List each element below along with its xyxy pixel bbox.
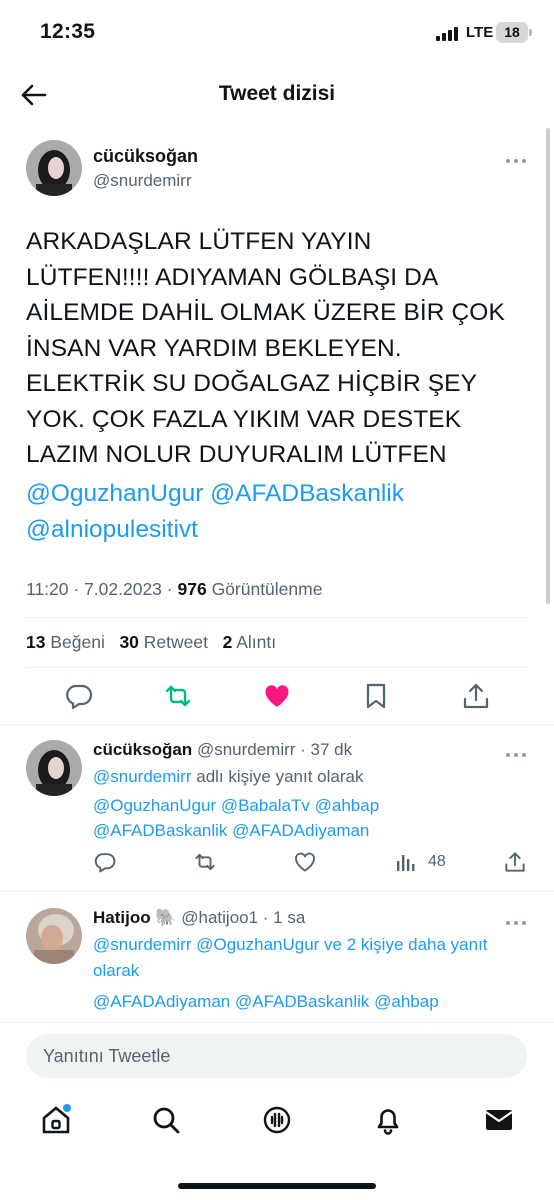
- signal-icon: [436, 27, 460, 41]
- avatar[interactable]: [26, 140, 82, 196]
- tweet-text-line: YOK. ÇOK FAZLA YIKIM VAR DESTEK: [26, 405, 462, 433]
- reply-author-name[interactable]: Hatijoo: [93, 908, 151, 927]
- messages-icon[interactable]: [483, 1104, 515, 1136]
- retweets-label: Retweet: [143, 632, 208, 652]
- views-count: 48: [428, 853, 446, 870]
- reply-compose-placeholder: Yanıtını Tweetle: [43, 1046, 171, 1066]
- search-icon[interactable]: [150, 1104, 182, 1136]
- more-options-icon[interactable]: [504, 746, 528, 757]
- reply-icon[interactable]: [94, 851, 116, 873]
- reply-mentions[interactable]: @AFADAdiyaman @AFADBaskanlik @ahbap: [93, 988, 439, 1015]
- status-time: 12:35: [40, 20, 96, 43]
- reply-age: 37 dk: [310, 740, 353, 759]
- tweet-text-line: İNSAN VAR YARDIM BEKLEYEN.: [26, 334, 402, 362]
- bookmark-icon[interactable]: [362, 682, 390, 710]
- tweet-meta: 11:20 · 7.02.2023 · 976 Görüntülenme: [26, 579, 323, 599]
- reply-header: Hatijoo 🐘 @hatijoo1 · 1 sa: [93, 908, 306, 927]
- retweet-icon[interactable]: [194, 851, 216, 873]
- reply-mentions[interactable]: @OguzhanUgur @BabalaTv @ahbap: [93, 792, 379, 819]
- retweet-icon[interactable]: [164, 682, 192, 710]
- tweet-text-line: ARKADAŞLAR LÜTFEN YAYIN: [26, 228, 372, 255]
- home-indicator: [178, 1183, 376, 1189]
- notifications-icon[interactable]: [372, 1104, 404, 1136]
- retweets-stat[interactable]: 30 Retweet: [119, 632, 208, 652]
- reply-to-mention[interactable]: @snurdemirr: [93, 767, 192, 786]
- reply-mentions[interactable]: @AFADBaskanlik @AFADAdiyaman: [93, 817, 369, 844]
- more-options-icon[interactable]: [504, 152, 528, 163]
- share-icon[interactable]: [462, 682, 490, 710]
- reply-age: 1 sa: [273, 908, 306, 927]
- reply-author-handle[interactable]: @snurdemirr: [197, 740, 296, 759]
- likes-count: 13: [26, 632, 46, 652]
- avatar[interactable]: [26, 740, 82, 796]
- quotes-count: 2: [222, 632, 233, 652]
- reply-author-handle[interactable]: @hatijoo1: [181, 908, 258, 927]
- divider: [26, 667, 528, 668]
- like-icon[interactable]: [294, 851, 316, 873]
- scrollbar[interactable]: [546, 128, 550, 604]
- tweet-stats: 13 Beğeni 30 Retweet 2 Alıntı: [26, 632, 276, 653]
- tweet-text-line: AİLEMDE DAHİL OLMAK ÜZERE BİR ÇOK: [26, 299, 505, 326]
- reply-to-text: adlı kişiye yanıt olarak: [196, 767, 364, 786]
- more-options-icon[interactable]: [504, 914, 528, 925]
- share-icon[interactable]: [504, 851, 526, 873]
- likes-stat[interactable]: 13 Beğeni: [26, 632, 105, 652]
- tweet-text-line: ELEKTRİK SU DOĞALGAZ HİÇBİR ŞEY: [26, 370, 478, 397]
- mention-link[interactable]: @alniopulesitivt: [26, 516, 198, 543]
- mention-link[interactable]: @AFADBaskanlik: [210, 480, 404, 507]
- avatar[interactable]: [26, 908, 82, 964]
- divider: [26, 617, 528, 618]
- divider: [0, 724, 554, 725]
- battery-icon: 18: [496, 22, 528, 43]
- network-label: LTE: [466, 24, 494, 41]
- view-count: 976: [177, 579, 207, 599]
- tweet-time[interactable]: 11:20: [26, 579, 69, 599]
- elephant-emoji-icon: 🐘: [155, 908, 177, 927]
- view-label: Görüntülenme: [211, 579, 323, 599]
- divider: [0, 1022, 554, 1023]
- tweet-text-line: LÜTFEN!!!! ADIYAMAN GÖLBAŞI DA: [26, 263, 439, 291]
- battery-tip: [529, 29, 532, 36]
- reply-to-line[interactable]: @snurdemirr @OguzhanUgur ve 2 kişiye dah…: [93, 931, 488, 958]
- spaces-icon[interactable]: [261, 1104, 293, 1136]
- reply-author-name[interactable]: cücüksoğan: [93, 740, 192, 759]
- reply-icon[interactable]: [65, 682, 93, 710]
- quotes-stat[interactable]: 2 Alıntı: [223, 632, 277, 652]
- likes-label: Beğeni: [50, 632, 105, 652]
- author-handle[interactable]: @snurdemirr: [93, 171, 192, 191]
- page-title: Tweet dizisi: [218, 82, 336, 105]
- tweet-mentions: @OguzhanUgur @AFADBaskanlik @alniopulesi…: [26, 476, 536, 547]
- tweet-text: ARKADAŞLAR LÜTFEN YAYIN LÜTFEN!!!! ADIYA…: [26, 224, 532, 473]
- tweet-text-line: LAZIM NOLUR DUYURALIM LÜTFEN: [26, 441, 447, 468]
- retweets-count: 30: [119, 632, 139, 652]
- home-notification-dot: [63, 1104, 71, 1112]
- reply-to-line: @snurdemirr adlı kişiye yanıt olarak: [93, 763, 363, 790]
- divider: [0, 891, 554, 892]
- views-icon[interactable]: [395, 851, 417, 873]
- author-name[interactable]: cücüksoğan: [93, 146, 198, 167]
- mention-link[interactable]: @OguzhanUgur: [26, 480, 203, 507]
- quotes-label: Alıntı: [236, 632, 277, 652]
- reply-header: cücüksoğan @snurdemirr · 37 dk: [93, 740, 353, 759]
- like-icon[interactable]: [263, 682, 291, 710]
- reply-to-line[interactable]: olarak: [93, 957, 139, 984]
- tweet-date[interactable]: 7.02.2023: [84, 579, 162, 599]
